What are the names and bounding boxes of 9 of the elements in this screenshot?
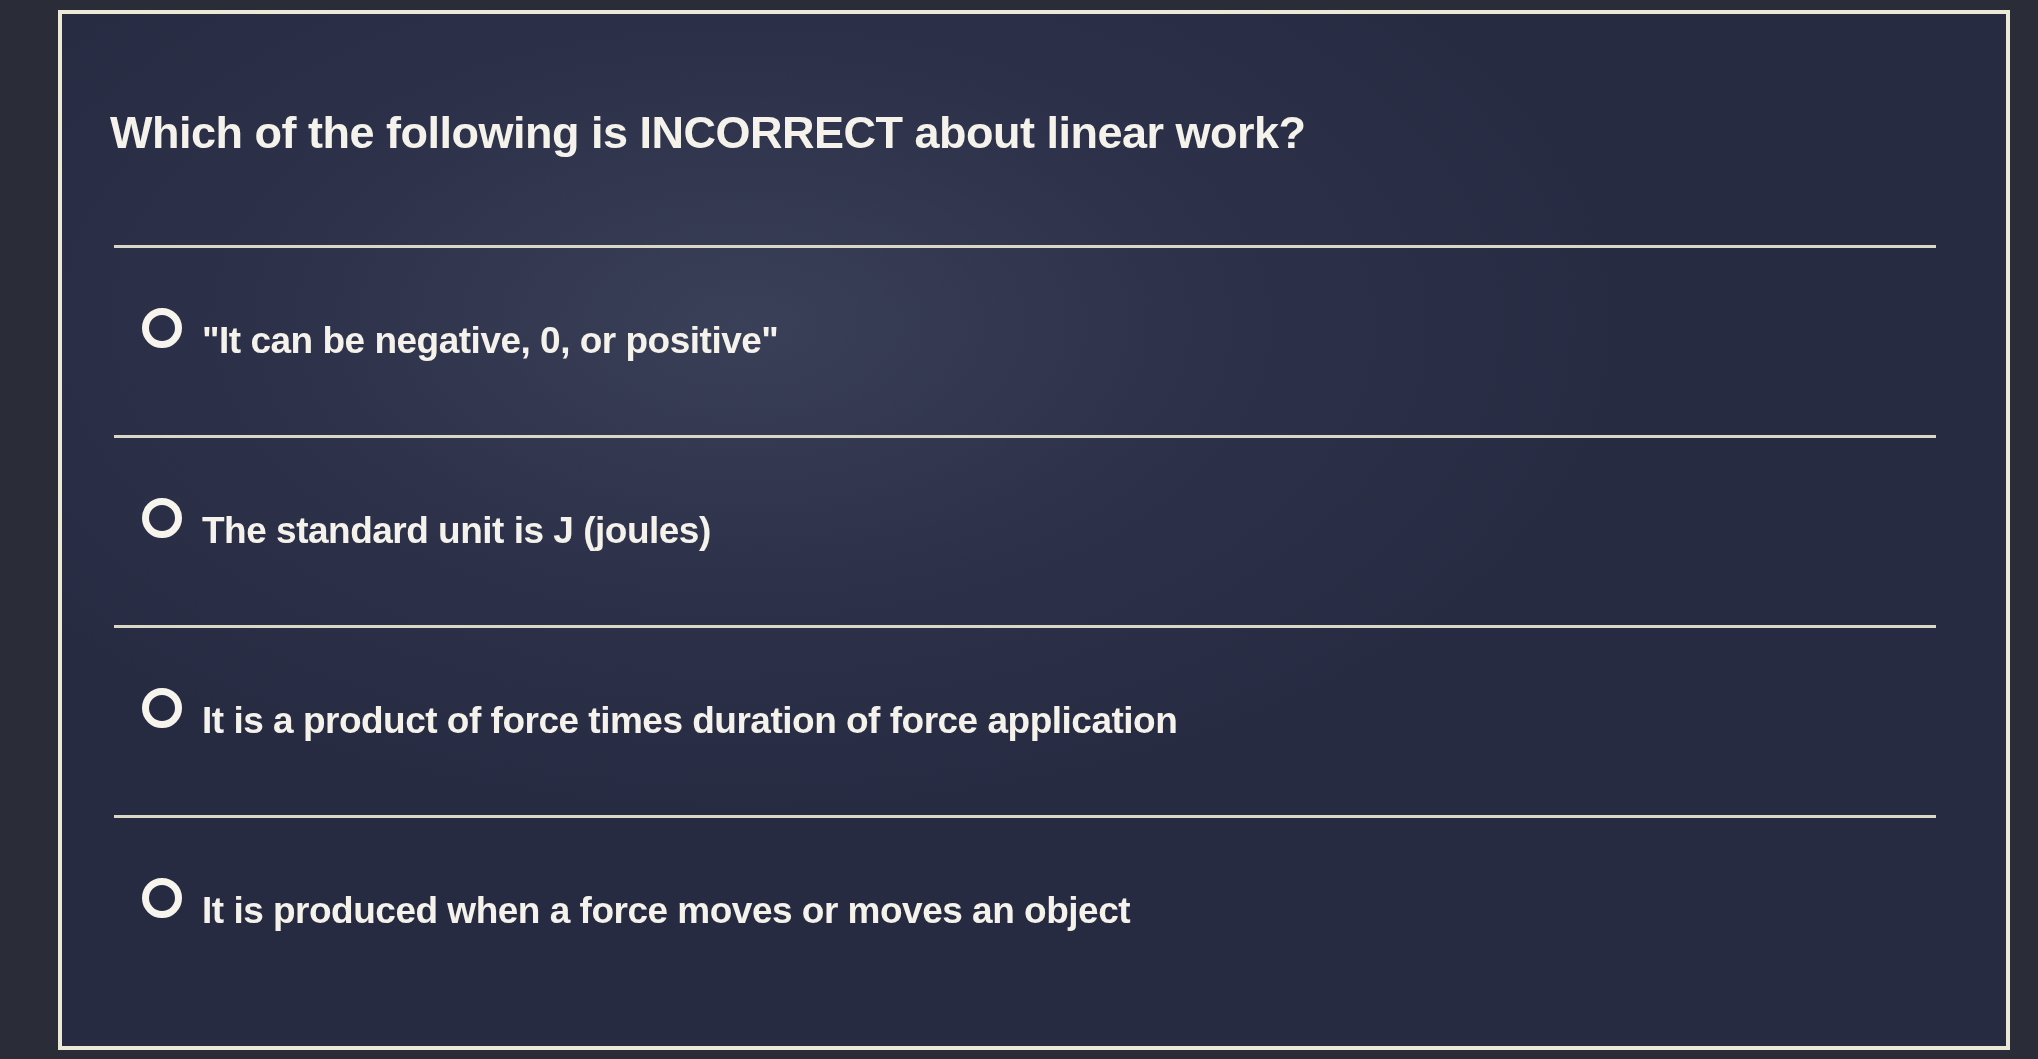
radio-button[interactable] — [142, 877, 182, 918]
radio-button[interactable] — [142, 687, 182, 728]
radio-button[interactable] — [142, 307, 182, 348]
option-label: It is produced when a force moves or moves an object — [202, 889, 1131, 934]
option-label: The standard unit is J (joules) — [202, 509, 711, 554]
radio-button[interactable] — [142, 497, 182, 538]
option-label: "It can be negative, 0, or positive" — [202, 319, 779, 364]
question-text: Which of the following is INCORRECT about linear work? — [110, 106, 1307, 160]
option-label: It is a product of force times duration of force application — [202, 699, 1178, 744]
